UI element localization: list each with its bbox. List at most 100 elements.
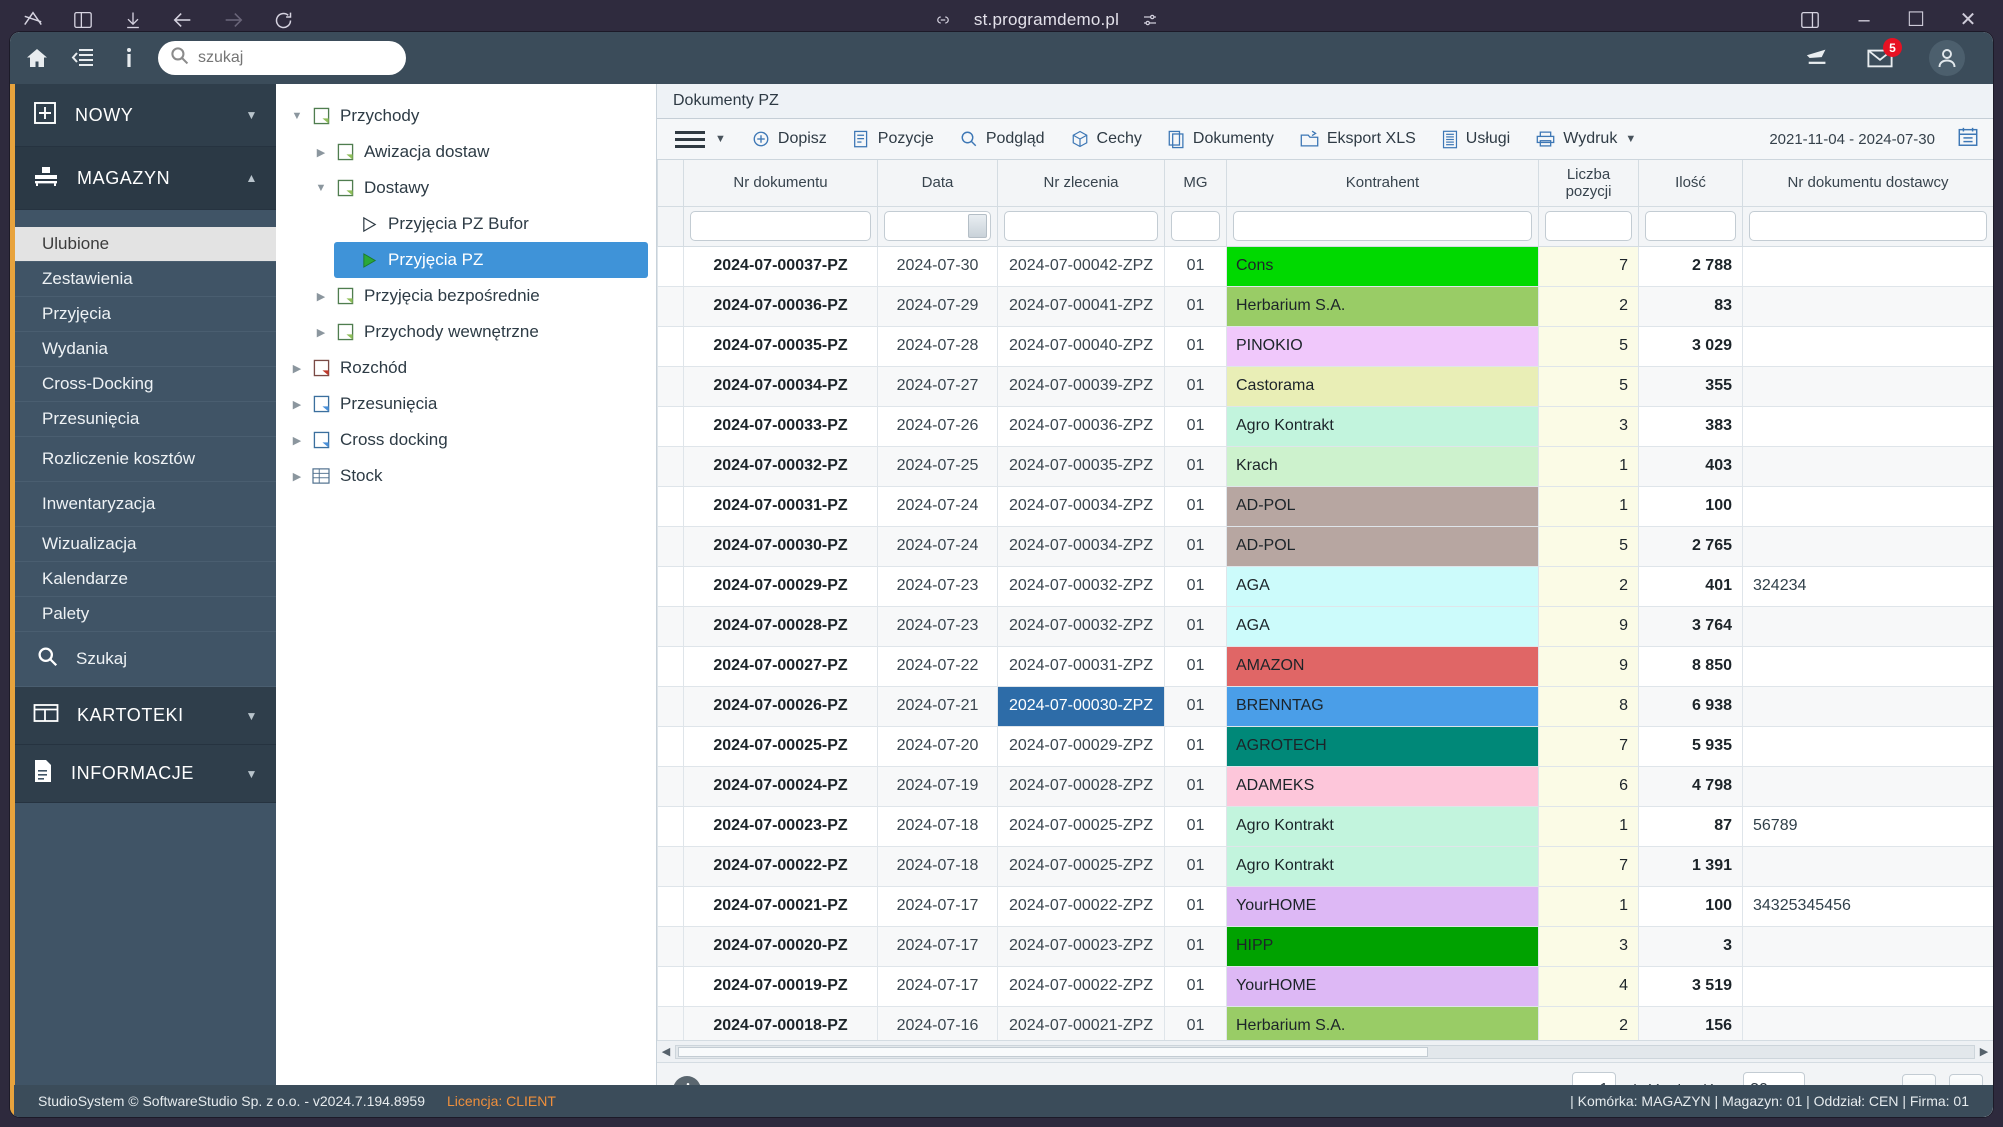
- split-view-icon[interactable]: [1797, 7, 1823, 33]
- row-select-cell[interactable]: [657, 845, 684, 887]
- row-select-cell[interactable]: [657, 365, 684, 407]
- cell-nr-zlecenia[interactable]: 2024-07-00028-ZPZ: [997, 765, 1165, 807]
- table-row[interactable]: 2024-07-00025-PZ 2024-07-20 2024-07-00029-…: [657, 725, 1993, 767]
- cell-nr-dokumentu[interactable]: 2024-07-00033-PZ: [683, 405, 878, 447]
- cell-ilosc[interactable]: 87: [1638, 805, 1743, 847]
- cell-nr-zlecenia[interactable]: 2024-07-00032-ZPZ: [997, 605, 1165, 647]
- table-row[interactable]: 2024-07-00035-PZ 2024-07-28 2024-07-00040-…: [657, 325, 1993, 367]
- cell-kontrahent[interactable]: ADAMEKS: [1226, 765, 1539, 807]
- cell-nr-dokumentu-dostawcy[interactable]: [1742, 645, 1993, 687]
- calendar-icon[interactable]: [1957, 126, 1979, 153]
- back-arrow-icon[interactable]: [170, 7, 196, 33]
- forward-arrow-icon[interactable]: [220, 7, 246, 33]
- cell-mg[interactable]: 01: [1164, 405, 1227, 447]
- toolbar-button-wydruk[interactable]: Wydruk ▼: [1536, 130, 1636, 148]
- cell-nr-dokumentu-dostawcy[interactable]: [1742, 1005, 1993, 1040]
- cell-mg[interactable]: 01: [1164, 565, 1227, 607]
- header-data[interactable]: Data: [877, 160, 998, 207]
- cell-nr-dokumentu[interactable]: 2024-07-00021-PZ: [683, 885, 878, 927]
- cell-ilosc[interactable]: 3 029: [1638, 325, 1743, 367]
- row-select-cell[interactable]: [657, 245, 684, 287]
- cell-nr-dokumentu[interactable]: 2024-07-00018-PZ: [683, 1005, 878, 1040]
- cell-nr-dokumentu[interactable]: 2024-07-00034-PZ: [683, 365, 878, 407]
- row-select-cell[interactable]: [657, 685, 684, 727]
- toolbar-button-cechy[interactable]: Cechy: [1071, 130, 1142, 148]
- cell-data[interactable]: 2024-07-24: [877, 485, 998, 527]
- url-text[interactable]: st.programdemo.pl: [974, 10, 1119, 30]
- sidebar-item-kalendarze[interactable]: Kalendarze: [15, 562, 276, 597]
- cell-liczba-pozycji[interactable]: 7: [1538, 725, 1639, 767]
- settings-sliders-icon[interactable]: [1137, 7, 1163, 33]
- cell-nr-dokumentu-dostawcy[interactable]: 34325345456: [1742, 885, 1993, 927]
- row-select-cell[interactable]: [657, 445, 684, 487]
- cell-data[interactable]: 2024-07-23: [877, 605, 998, 647]
- cell-nr-dokumentu-dostawcy[interactable]: [1742, 685, 1993, 727]
- sidebar-item-rozliczenie-kosztow[interactable]: Rozliczenie kosztów: [15, 437, 276, 482]
- cell-data[interactable]: 2024-07-16: [877, 1005, 998, 1040]
- filter-nr-dokumentu-dostawcy-input[interactable]: [1749, 211, 1987, 241]
- cell-ilosc[interactable]: 3 519: [1638, 965, 1743, 1007]
- hamburger-menu-icon[interactable]: ▼: [675, 130, 726, 148]
- cell-kontrahent[interactable]: Herbarium S.A.: [1226, 1005, 1539, 1040]
- cell-nr-zlecenia[interactable]: 2024-07-00025-ZPZ: [997, 805, 1165, 847]
- cell-mg[interactable]: 01: [1164, 365, 1227, 407]
- row-select-cell[interactable]: [657, 565, 684, 607]
- cell-nr-dokumentu[interactable]: 2024-07-00019-PZ: [683, 965, 878, 1007]
- cell-liczba-pozycji[interactable]: 6: [1538, 765, 1639, 807]
- cell-kontrahent[interactable]: Castorama: [1226, 365, 1539, 407]
- maximize-button[interactable]: ☐: [1905, 10, 1927, 30]
- filter-ilosc-cell[interactable]: [1638, 205, 1743, 247]
- row-select-cell[interactable]: [657, 805, 684, 847]
- cell-ilosc[interactable]: 6 938: [1638, 685, 1743, 727]
- cell-kontrahent[interactable]: PINOKIO: [1226, 325, 1539, 367]
- cell-data[interactable]: 2024-07-18: [877, 845, 998, 887]
- cell-mg[interactable]: 01: [1164, 965, 1227, 1007]
- toolbar-button-pozycje[interactable]: Pozycje: [853, 130, 934, 149]
- cell-data[interactable]: 2024-07-26: [877, 405, 998, 447]
- filter-mg-cell[interactable]: [1164, 205, 1227, 247]
- table-row[interactable]: 2024-07-00036-PZ 2024-07-29 2024-07-00041-…: [657, 285, 1993, 327]
- tree-item-przyj-cia-pz-bufor[interactable]: Przyjęcia PZ Bufor: [334, 206, 648, 242]
- cell-nr-zlecenia[interactable]: 2024-07-00036-ZPZ: [997, 405, 1165, 447]
- cell-nr-dokumentu-dostawcy[interactable]: [1742, 485, 1993, 527]
- cell-liczba-pozycji[interactable]: 5: [1538, 365, 1639, 407]
- cell-nr-zlecenia[interactable]: 2024-07-00029-ZPZ: [997, 725, 1165, 767]
- cell-ilosc[interactable]: 100: [1638, 885, 1743, 927]
- tree-item-awizacja-dostaw[interactable]: ▶ Awizacja dostaw: [310, 134, 648, 170]
- cell-kontrahent[interactable]: AGROTECH: [1226, 725, 1539, 767]
- mail-icon[interactable]: 5: [1867, 38, 1902, 71]
- cell-nr-zlecenia[interactable]: 2024-07-00034-ZPZ: [997, 525, 1165, 567]
- toolbar-button-podglad[interactable]: Podgląd: [960, 130, 1045, 148]
- cell-kontrahent[interactable]: Agro Kontrakt: [1226, 845, 1539, 887]
- grid-horizontal-scrollbar[interactable]: ◀ ▶: [657, 1040, 1993, 1062]
- cell-ilosc[interactable]: 3 764: [1638, 605, 1743, 647]
- table-row[interactable]: 2024-07-00024-PZ 2024-07-19 2024-07-00028-…: [657, 765, 1993, 807]
- cell-liczba-pozycji[interactable]: 8: [1538, 685, 1639, 727]
- close-button[interactable]: ✕: [1957, 10, 1979, 30]
- row-select-cell[interactable]: [657, 325, 684, 367]
- cell-liczba-pozycji[interactable]: 2: [1538, 285, 1639, 327]
- sidebar-item-cross-docking[interactable]: Cross-Docking: [15, 367, 276, 402]
- toolbar-button-dopisz[interactable]: Dopisz: [752, 130, 827, 148]
- cell-mg[interactable]: 01: [1164, 325, 1227, 367]
- header-ilosc[interactable]: Ilość: [1638, 160, 1743, 207]
- cell-liczba-pozycji[interactable]: 1: [1538, 485, 1639, 527]
- header-kontrahent[interactable]: Kontrahent: [1226, 160, 1539, 207]
- sidebar-group-informacje[interactable]: INFORMACJE ▼: [15, 745, 276, 803]
- cell-nr-dokumentu[interactable]: 2024-07-00029-PZ: [683, 565, 878, 607]
- header-nr-zlecenia[interactable]: Nr zlecenia: [997, 160, 1165, 207]
- cell-kontrahent[interactable]: YourHOME: [1226, 885, 1539, 927]
- cell-nr-dokumentu-dostawcy[interactable]: [1742, 965, 1993, 1007]
- cell-nr-dokumentu-dostawcy[interactable]: [1742, 765, 1993, 807]
- cell-mg[interactable]: 01: [1164, 525, 1227, 567]
- cell-nr-dokumentu-dostawcy[interactable]: 56789: [1742, 805, 1993, 847]
- sidebar-group-nowy[interactable]: NOWY ▼: [15, 84, 276, 147]
- cell-ilosc[interactable]: 1 391: [1638, 845, 1743, 887]
- cell-ilosc[interactable]: 403: [1638, 445, 1743, 487]
- home-icon[interactable]: [24, 45, 50, 71]
- filter-liczba-pozycji-input[interactable]: [1545, 211, 1632, 241]
- filter-nr-zlecenia-input[interactable]: [1004, 211, 1158, 241]
- row-select-cell[interactable]: [657, 925, 684, 967]
- table-row[interactable]: 2024-07-00022-PZ 2024-07-18 2024-07-00025-…: [657, 845, 1993, 887]
- cell-data[interactable]: 2024-07-29: [877, 285, 998, 327]
